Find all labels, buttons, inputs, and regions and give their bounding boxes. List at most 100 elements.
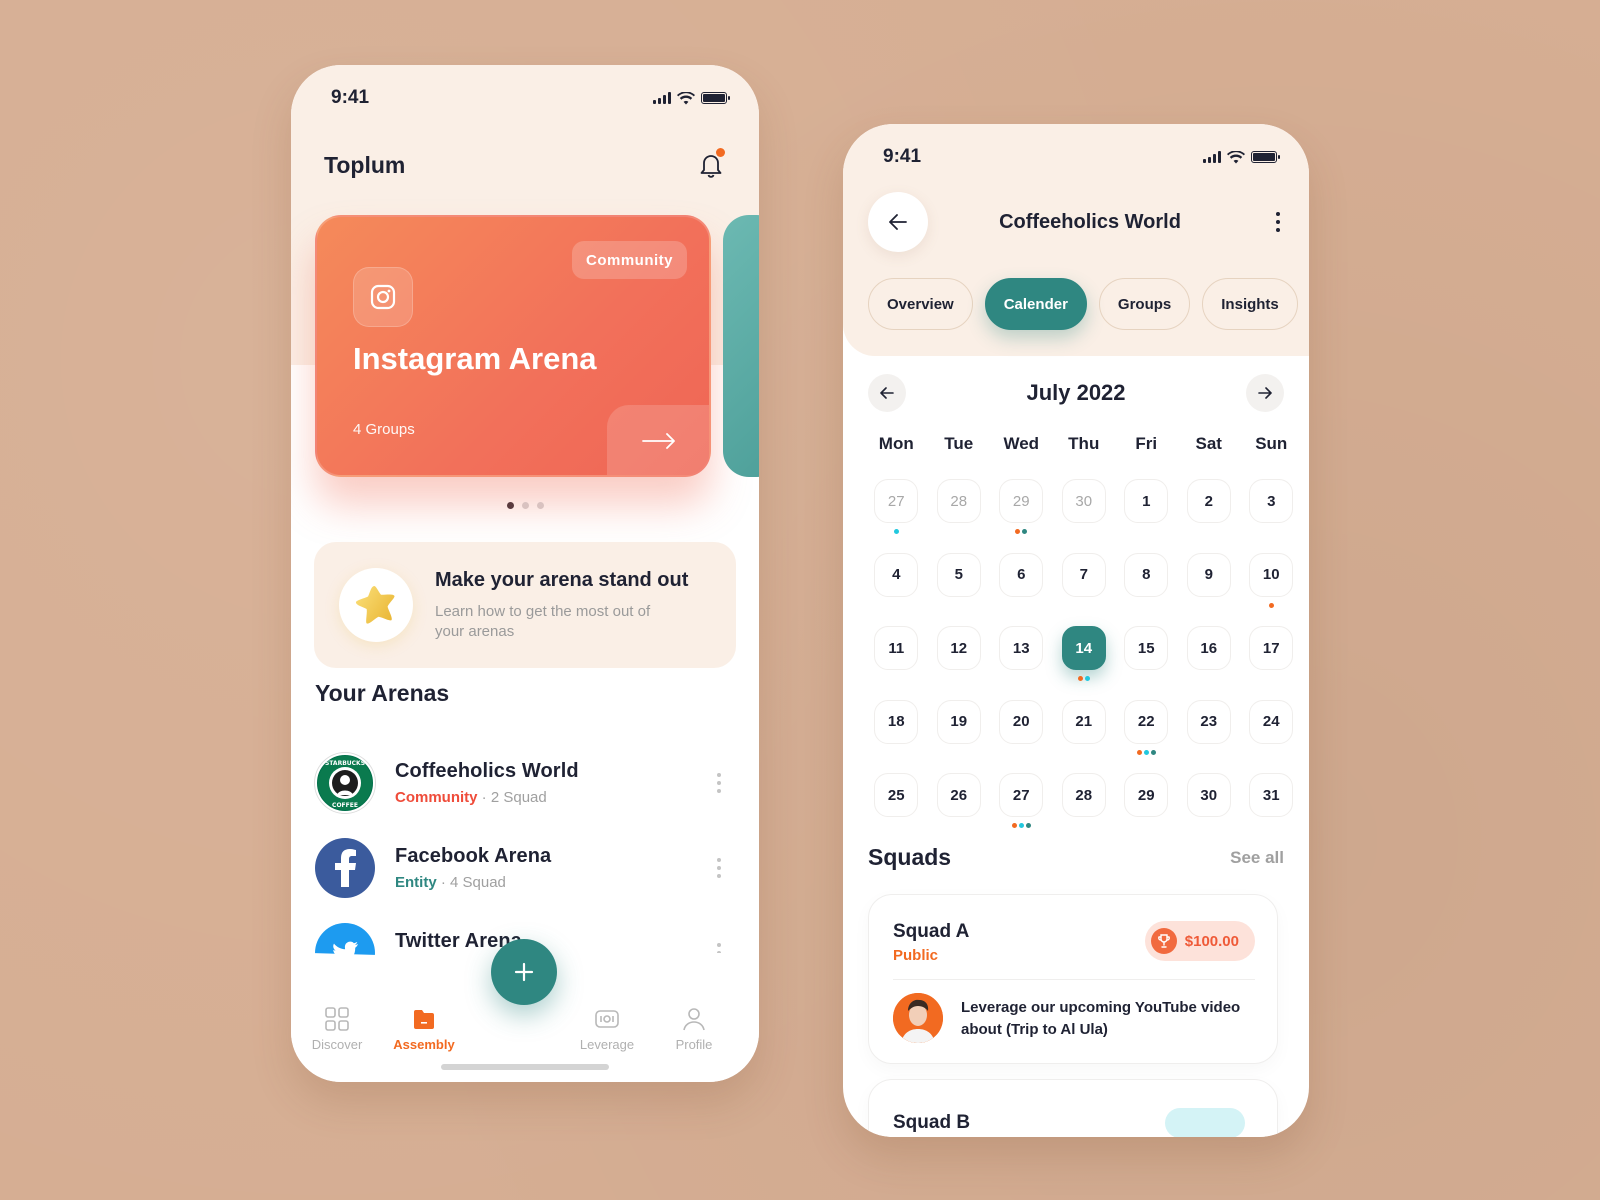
calendar-day[interactable]: 30	[1186, 773, 1231, 817]
page-dot[interactable]	[521, 502, 529, 509]
battery-icon	[1251, 151, 1280, 163]
tab-insights[interactable]: Insights	[1202, 278, 1298, 330]
calendar-cell: 21	[1053, 699, 1116, 774]
calendar-day[interactable]: 6	[999, 552, 1044, 597]
avatar	[893, 993, 943, 1043]
calendar-day[interactable]: 7	[1061, 552, 1106, 597]
arena-card-next[interactable]	[723, 215, 759, 477]
phone-screen-calendar: 9:41 Coffeeholics World Overview Calende…	[843, 124, 1309, 1137]
calendar-day[interactable]: 10	[1249, 552, 1294, 597]
calendar-day-selected[interactable]: 14	[1061, 626, 1106, 670]
app-title: Toplum	[324, 151, 406, 178]
tab-label: Leverage	[579, 1037, 635, 1052]
calendar-cell: 17	[1240, 626, 1303, 700]
tab-leverage[interactable]: Leverage	[567, 1007, 647, 1052]
back-button[interactable]	[868, 192, 928, 252]
squad-card[interactable]: Squad A Public $100.00 Leverage our upco…	[868, 894, 1278, 1064]
folder-icon	[414, 1010, 434, 1029]
see-all-link[interactable]: See all	[1230, 848, 1284, 868]
calendar-cell: 3	[1240, 479, 1303, 553]
calendar-day[interactable]: 20	[999, 699, 1044, 744]
notification-button[interactable]	[696, 148, 726, 180]
weekday-label: Sun	[1255, 434, 1288, 453]
tab-discover[interactable]: Discover	[297, 1007, 377, 1052]
calendar-day[interactable]: 28	[1061, 773, 1106, 817]
weekday-header: Mon Tue Wed Thu Fri Sat Sun	[865, 434, 1303, 454]
calendar-day[interactable]: 29	[1124, 773, 1169, 817]
calendar-day[interactable]: 4	[874, 552, 919, 597]
calendar-day[interactable]: 23	[1186, 699, 1231, 744]
prev-month-button[interactable]	[868, 374, 906, 412]
calendar-day[interactable]: 27	[874, 479, 919, 523]
prize-amount: $100.00	[1184, 932, 1239, 950]
calendar-day[interactable]: 27	[999, 773, 1044, 817]
tab-assembly[interactable]: Assembly	[384, 1007, 464, 1052]
calendar-day[interactable]: 15	[1124, 626, 1169, 670]
calendar-day[interactable]: 30	[1061, 479, 1106, 523]
calendar-day[interactable]: 21	[1061, 699, 1106, 744]
calendar-day[interactable]: 18	[874, 699, 919, 744]
calendar-day[interactable]: 5	[936, 552, 981, 597]
arena-card-instagram[interactable]: Community Instagram Arena 4 Groups	[315, 215, 711, 477]
calendar-day[interactable]: 22	[1124, 699, 1169, 744]
tab-overview[interactable]: Overview	[868, 278, 973, 330]
page-dot[interactable]	[536, 502, 544, 509]
tab-groups[interactable]: Groups	[1098, 278, 1191, 330]
calendar-day[interactable]: 29	[999, 479, 1044, 523]
event-indicators	[893, 529, 899, 534]
calendar-day[interactable]: 31	[1249, 773, 1294, 817]
calendar-cell: 18	[865, 699, 928, 774]
event-indicators	[1011, 823, 1031, 828]
arrow-right-icon	[642, 433, 675, 449]
next-month-button[interactable]	[1245, 374, 1284, 412]
calendar-day[interactable]: 26	[936, 773, 981, 817]
status-bar: 9:41	[291, 65, 759, 125]
calendar-day[interactable]: 3	[1249, 479, 1294, 523]
event-dot	[1268, 602, 1274, 608]
prize-badge[interactable]	[1165, 1108, 1245, 1137]
tab-calender[interactable]: Calender	[984, 278, 1087, 330]
more-menu-button[interactable]	[1272, 208, 1284, 236]
calendar-day[interactable]: 28	[936, 479, 981, 523]
page-dot[interactable]	[506, 502, 514, 509]
instagram-icon	[353, 267, 413, 327]
open-arena-button[interactable]	[607, 405, 709, 475]
prize-badge[interactable]: $100.00	[1144, 921, 1255, 961]
calendar-day[interactable]: 12	[936, 626, 981, 670]
calendar-day[interactable]: 1	[1124, 479, 1169, 523]
calendar-day[interactable]: 19	[936, 699, 981, 744]
promo-card[interactable]: Make your arena stand out Learn how to g…	[314, 542, 736, 668]
calendar-day[interactable]: 17	[1249, 626, 1294, 670]
calendar-day[interactable]: 24	[1249, 699, 1294, 744]
calendar-day[interactable]: 11	[874, 626, 919, 670]
arena-name: Facebook Arena	[395, 844, 552, 867]
squads-section-title: Squads	[868, 844, 952, 870]
event-dot	[1143, 749, 1149, 755]
calendar-day[interactable]: 2	[1186, 479, 1231, 523]
calendar-cell: 9	[1178, 552, 1241, 627]
tab-profile[interactable]: Profile	[654, 1007, 734, 1052]
arena-menu-button[interactable]	[713, 854, 725, 882]
squad-name: Squad A	[893, 921, 970, 942]
calendar-cell: 16	[1178, 626, 1241, 700]
arena-menu-button[interactable]	[713, 769, 725, 797]
weekday-label: Thu	[1068, 434, 1100, 453]
calendar-day[interactable]: 9	[1186, 552, 1231, 597]
calendar-cell: 1	[1115, 479, 1178, 553]
calendar-cell: 25	[865, 773, 928, 847]
calendar-day[interactable]: 8	[1124, 552, 1169, 597]
calendar-day[interactable]: 13	[999, 626, 1044, 670]
calendar-cell: 7	[1053, 552, 1116, 627]
calendar-day[interactable]: 25	[874, 773, 919, 817]
starbucks-logo: STARBUCKS COFFEE	[315, 752, 375, 813]
arena-type-badge: Community	[572, 241, 687, 279]
add-button[interactable]	[491, 939, 557, 1005]
calendar-cell: 6	[990, 552, 1053, 627]
user-icon	[683, 1008, 705, 1031]
arrow-left-icon	[880, 387, 894, 399]
calendar-cell: 28	[928, 479, 991, 553]
squad-card[interactable]: Squad B	[868, 1079, 1278, 1137]
arena-item-coffeeholics[interactable]: STARBUCKS COFFEE Coffeeholics World Commu…	[315, 740, 735, 825]
arena-item-facebook[interactable]: Facebook Arena Entity · 4 Squad	[315, 825, 735, 910]
calendar-day[interactable]: 16	[1186, 626, 1231, 670]
